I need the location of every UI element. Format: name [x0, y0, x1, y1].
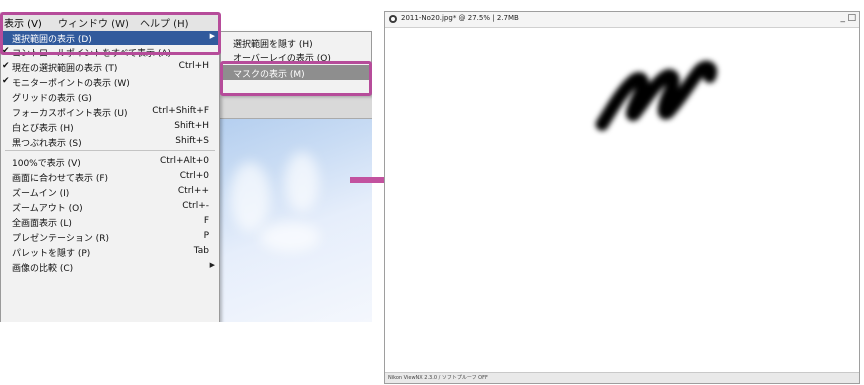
status-bar: Nikon ViewNX 2.3.0 / ソフトプルーフ OFF	[385, 372, 859, 383]
checkmark-icon: ✔	[2, 61, 10, 71]
view-menu-item[interactable]: ✔ 現在の選択範囲の表示 (T) Ctrl+H	[1, 60, 219, 74]
minimize-button[interactable]: _	[841, 13, 846, 23]
view-menu-item-shortcut: Ctrl+Alt+0	[159, 156, 209, 166]
view-menu-item-label: 画面に合わせて表示 (F)	[12, 174, 109, 184]
view-menu-item[interactable]: ズームアウト (O) Ctrl+-	[1, 200, 219, 214]
view-menu-item[interactable]: グリッドの表示 (G)	[1, 90, 219, 104]
view-menu-item[interactable]: 100%で表示 (V) Ctrl+Alt+0	[1, 155, 219, 169]
view-menu-item[interactable]: ズームイン (I) Ctrl++	[1, 185, 219, 199]
checkmark-icon: ✔	[2, 76, 10, 86]
view-menu-item-shortcut: P	[203, 231, 209, 241]
view-menu-item[interactable]: 全画面表示 (L) F	[1, 215, 219, 229]
view-menu-item[interactable]: ✔ モニターポイントの表示 (W)	[1, 75, 219, 89]
view-menu-item[interactable]: 黒つぶれ表示 (S) Shift+S	[1, 135, 219, 149]
window-title: 2011-No20.jpg* @ 27.5% | 2.7MB	[401, 14, 519, 22]
status-text: Nikon ViewNX 2.3.0 / ソフトプルーフ OFF	[388, 375, 488, 381]
view-menu-item-shortcut: Ctrl++	[177, 186, 209, 196]
view-menu-item-shortcut: Shift+S	[175, 136, 209, 146]
app-icon	[389, 15, 397, 23]
view-menu-item-label: 100%で表示 (V)	[12, 159, 81, 169]
view-menu-item-label: 画像の比較 (C)	[12, 264, 74, 274]
view-menu-item[interactable]: 画面に合わせて表示 (F) Ctrl+0	[1, 170, 219, 184]
view-menu-item-label: ズームアウト (O)	[12, 204, 83, 214]
view-menu-item-shortcut: Shift+H	[174, 121, 209, 131]
view-menu-item-label: 現在の選択範囲の表示 (T)	[12, 64, 118, 74]
mask-brush-stroke	[595, 60, 718, 131]
menu-screenshot: 表示 (V) ウィンドウ (W) ヘルプ (H) 選択範囲の表示 (D) ▶ ✔ コン…	[0, 0, 372, 322]
view-menu-item-label: プレゼンテーション (R)	[12, 234, 109, 244]
view-menu-item-shortcut: Ctrl+H	[178, 61, 209, 71]
view-menu-item-shortcut: Ctrl+Shift+F	[152, 106, 209, 116]
window-titlebar: 2011-No20.jpg* @ 27.5% | 2.7MB _ □	[385, 12, 859, 28]
highlight-box-submenu	[220, 61, 372, 96]
submenu-arrow-icon: ▶	[209, 261, 215, 269]
submenu-item[interactable]: 選択範囲を隠す (H)	[221, 35, 371, 50]
highlight-box-menu	[0, 12, 221, 55]
view-menu-item[interactable]: 白とび表示 (H) Shift+H	[1, 120, 219, 134]
view-menu-item-shortcut: Ctrl+-	[182, 201, 209, 211]
view-menu-item-label: ズームイン (I)	[12, 189, 70, 199]
menu-separator	[5, 150, 215, 151]
view-menu-item-shortcut: Tab	[193, 246, 209, 256]
view-menu-item-label: モニターポイントの表示 (W)	[12, 79, 130, 89]
view-menu-item-label: 黒つぶれ表示 (S)	[12, 139, 82, 149]
view-menu-item-label: 白とび表示 (H)	[12, 124, 74, 134]
view-menu-item-label: パレットを隠す (P)	[12, 249, 91, 259]
image-window: 2011-No20.jpg* @ 27.5% | 2.7MB _ □ Nikon…	[384, 11, 860, 384]
mask-image-canvas	[595, 60, 718, 131]
view-menu-item-shortcut: F	[203, 216, 209, 226]
view-menu-item-label: 全画面表示 (L)	[12, 219, 72, 229]
view-menu-item-label: グリッドの表示 (G)	[12, 94, 92, 104]
view-menu-item-label: フォーカスポイント表示 (U)	[12, 109, 128, 119]
view-menu-item[interactable]: 画像の比較 (C) ▶	[1, 260, 219, 274]
view-menu-item[interactable]: フォーカスポイント表示 (U) Ctrl+Shift+F	[1, 105, 219, 119]
view-menu-item[interactable]: プレゼンテーション (R) P	[1, 230, 219, 244]
maximize-button[interactable]: □	[847, 13, 856, 23]
view-menu-item[interactable]: パレットを隠す (P) Tab	[1, 245, 219, 259]
view-menu-dropdown: 選択範囲の表示 (D) ▶ ✔ コントロールポイントをすべて表示 (A) ✔ 現在の選択範…	[0, 31, 220, 322]
view-menu-item-shortcut: Ctrl+0	[179, 171, 209, 181]
